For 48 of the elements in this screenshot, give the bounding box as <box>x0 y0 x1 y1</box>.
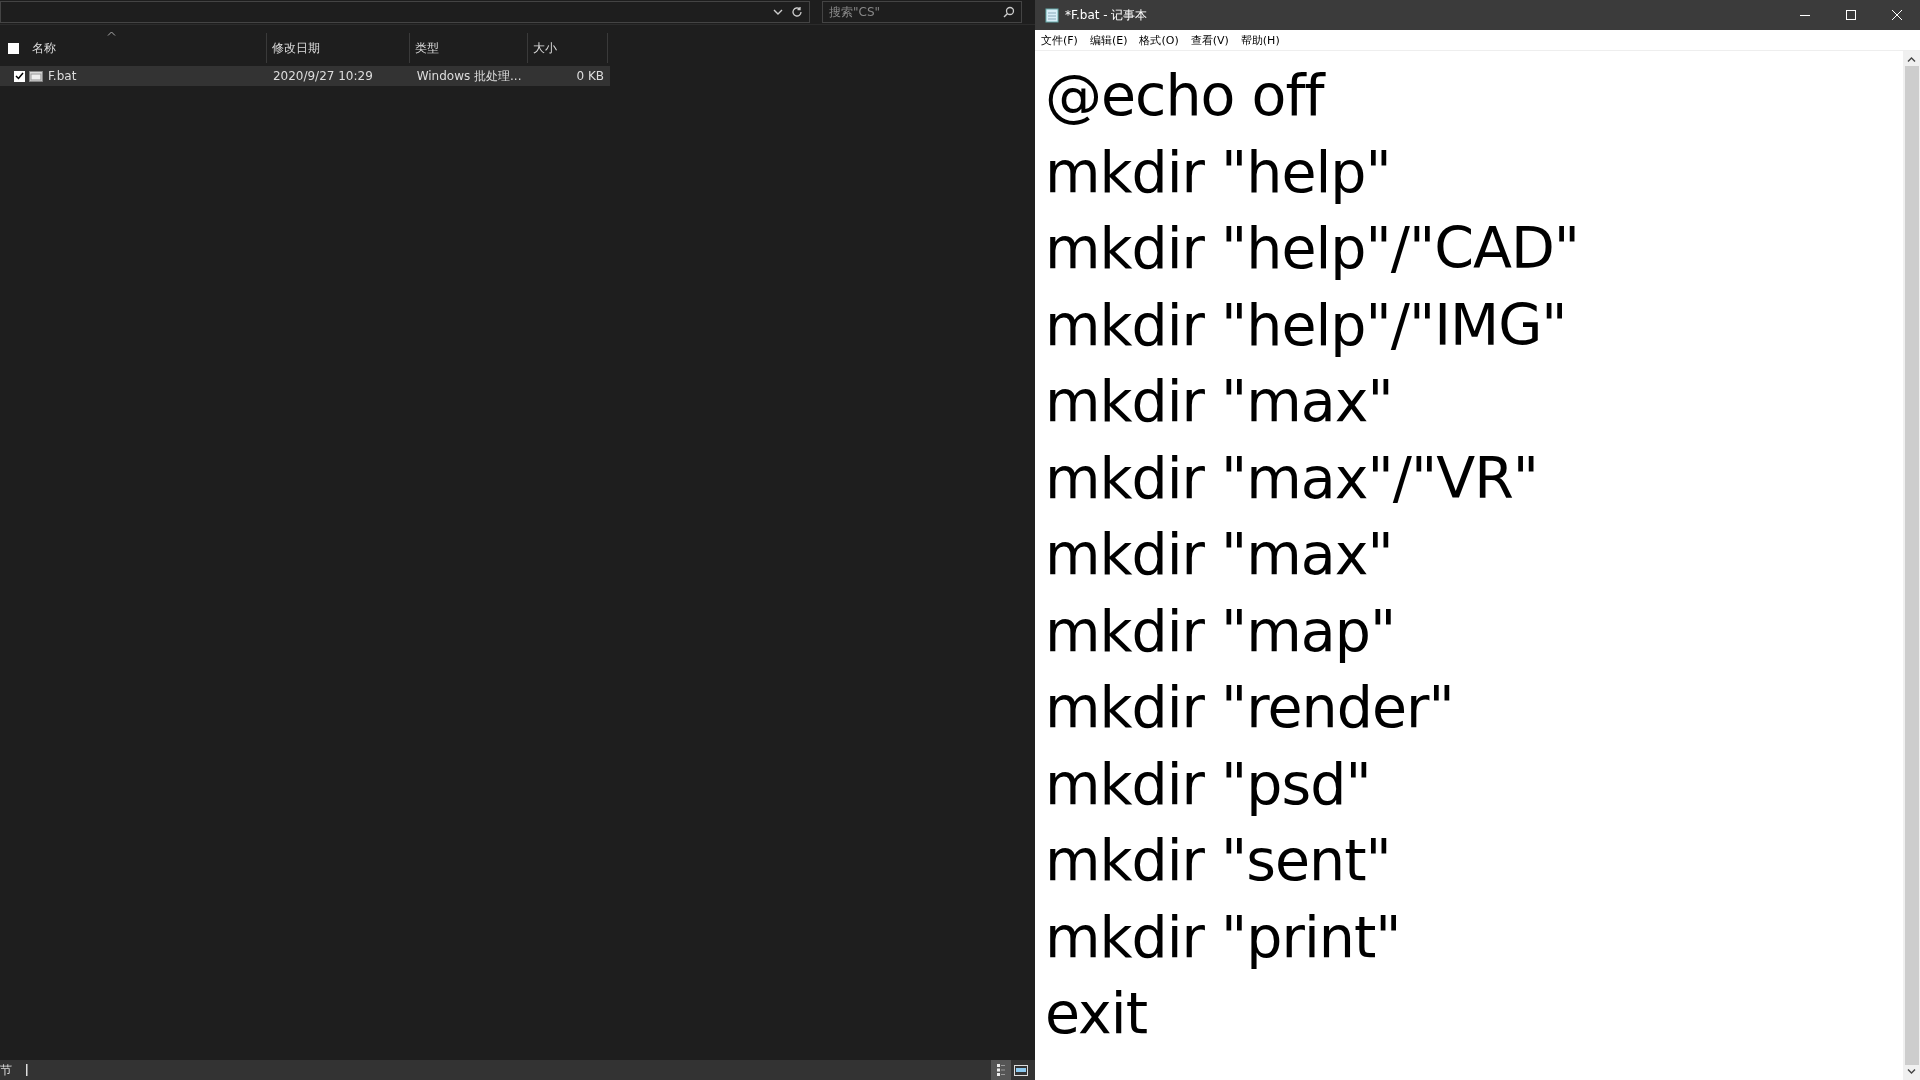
details-view-icon <box>997 1064 1005 1076</box>
search-field[interactable]: 搜索"CS" <box>822 1 1022 23</box>
menu-item[interactable]: 帮助(H) <box>1234 32 1286 48</box>
notepad-icon <box>1045 7 1059 23</box>
code-line: mkdir "help" <box>1045 137 1392 207</box>
code-line: mkdir "help"/"CAD" <box>1045 214 1581 283</box>
code-line: mkdir "help"/"IMG" <box>1045 290 1568 360</box>
text-editor[interactable]: @echo off mkdir "help" mkdir "help"/"CAD" mkdir "help"/"IMG" mkdir "max" mkdir "max"/"VR" mkdir "max" mkdir "map" mkdir "render" mkdir "psd" mkdir "sent" mkdir "print" exit <box>1035 51 1903 1080</box>
check-icon <box>15 72 24 80</box>
batch-file-icon <box>29 70 43 82</box>
file-row[interactable]: F.bat 2020/9/27 10:29 Windows 批处理... 0 KB <box>0 66 610 86</box>
column-header[interactable]: 类型 <box>410 33 528 63</box>
code-line: mkdir "psd" <box>1045 749 1372 819</box>
chevron-down-icon[interactable] <box>773 9 783 15</box>
row-checkbox[interactable] <box>14 70 25 82</box>
details-view-button[interactable] <box>991 1060 1011 1080</box>
scroll-down-icon[interactable] <box>1907 1069 1916 1074</box>
status-text: 节 <box>0 1061 12 1079</box>
column-header[interactable]: 名称 <box>27 33 267 63</box>
maximize-icon[interactable] <box>1846 10 1856 20</box>
select-all-checkbox[interactable] <box>8 42 19 54</box>
search-icon[interactable] <box>1003 6 1015 18</box>
file-type: Windows 批处理... <box>415 67 523 85</box>
preview-view-icon <box>1014 1064 1028 1076</box>
scroll-up-icon[interactable] <box>1907 57 1916 62</box>
menu-item[interactable]: 查看(V) <box>1184 32 1235 48</box>
code-line: exit <box>1045 979 1148 1048</box>
close-icon[interactable] <box>1892 10 1902 20</box>
code-line: mkdir "map" <box>1045 596 1397 666</box>
code-line: mkdir "max" <box>1045 520 1394 589</box>
text-cursor-icon <box>26 1064 28 1076</box>
code-line: @echo off <box>1045 61 1327 130</box>
code-line: mkdir "sent" <box>1045 826 1392 895</box>
menu-item[interactable]: 格式(O) <box>1133 32 1185 48</box>
refresh-icon[interactable] <box>791 6 803 18</box>
column-header[interactable]: 修改日期 <box>267 33 410 63</box>
code-line: mkdir "render" <box>1045 673 1455 742</box>
menu-item[interactable]: 编辑(E) <box>1083 32 1134 48</box>
modified-date: 2020/9/27 10:29 <box>271 69 374 83</box>
code-line: mkdir "max" <box>1045 367 1394 436</box>
minimize-icon[interactable] <box>1800 14 1810 16</box>
code-line: mkdir "max"/"VR" <box>1045 443 1539 513</box>
code-line: mkdir "print" <box>1045 902 1402 972</box>
file-size: 0 KB <box>575 69 605 83</box>
column-header[interactable]: 大小 <box>528 33 608 63</box>
file-name: F.bat <box>46 69 78 83</box>
window-title: *F.bat - 记事本 <box>1065 6 1149 24</box>
menu-item[interactable]: 文件(F) <box>1035 32 1084 48</box>
